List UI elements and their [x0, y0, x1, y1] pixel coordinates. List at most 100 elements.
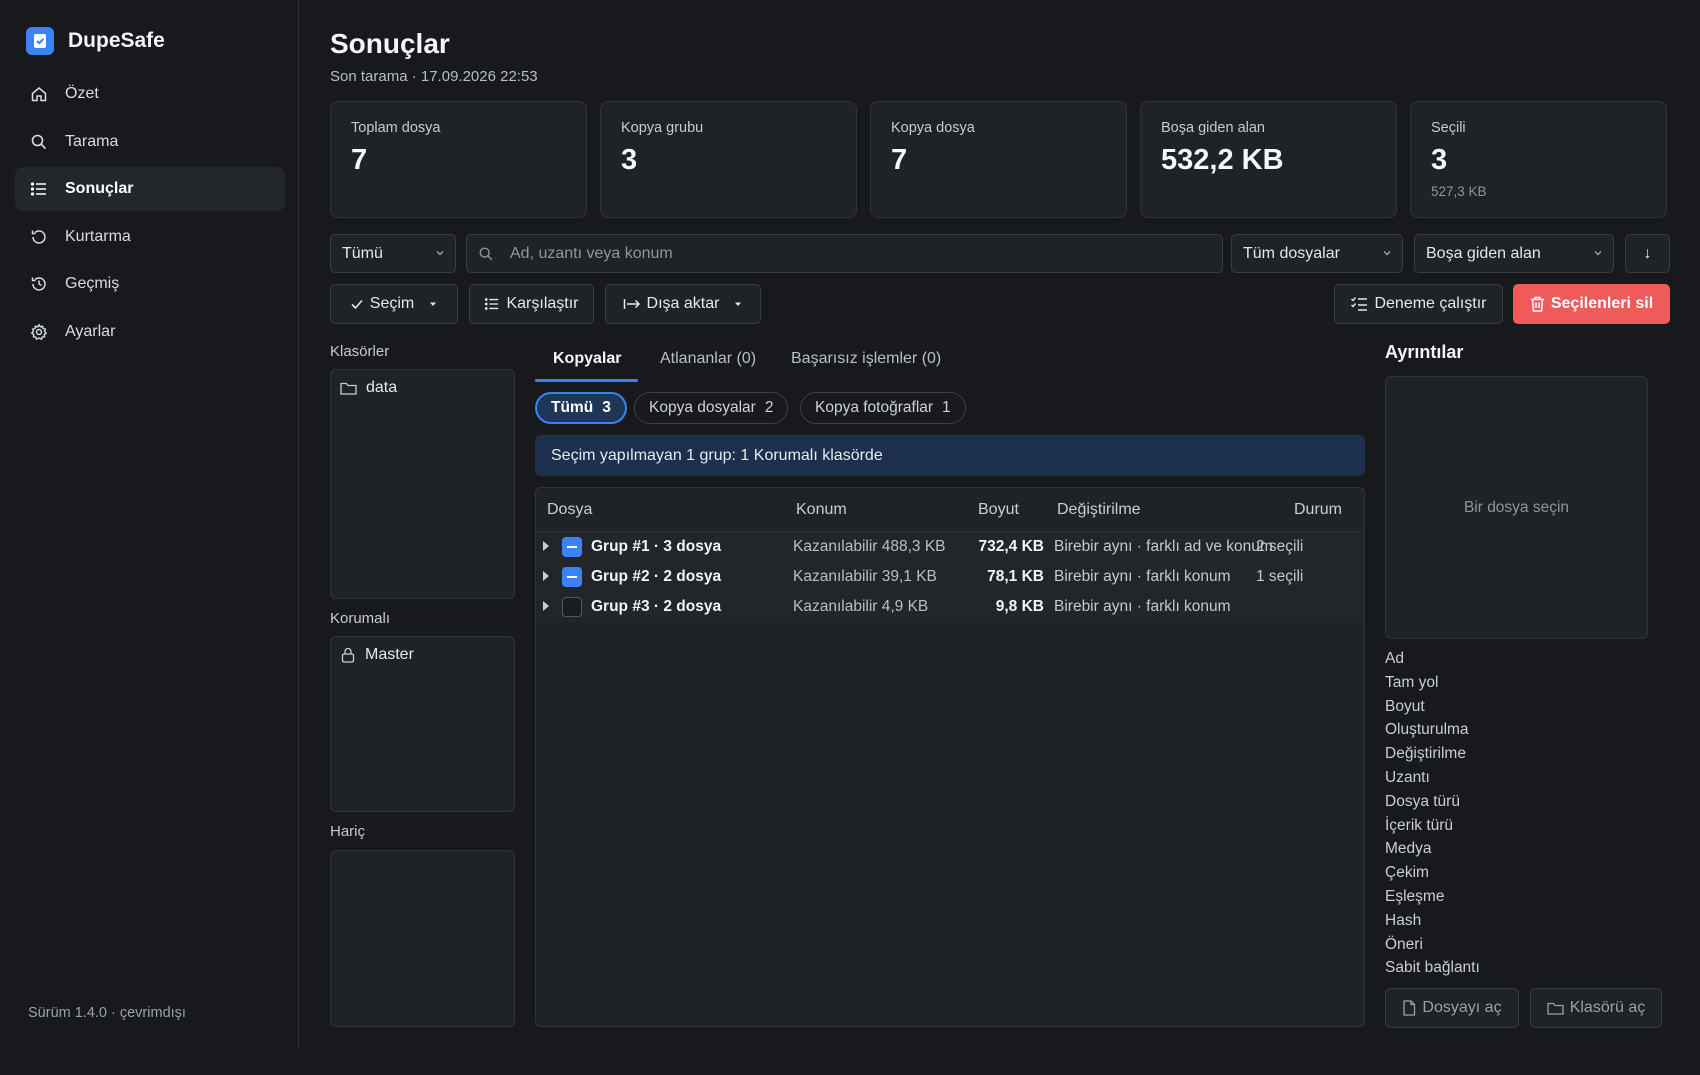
sidebar-item-tarama[interactable]: Tarama: [15, 120, 285, 164]
open-folder-label: Klasörü aç: [1569, 999, 1646, 1016]
detail-field-content-type: İçerik türü: [1385, 816, 1454, 834]
tab-basarisiz-islemler[interactable]: Başarısız işlemler (0): [791, 350, 941, 368]
detail-field-extension: Uzantı: [1385, 768, 1430, 786]
group-name: Grup #1 · 3 dosya: [591, 538, 722, 555]
table-row[interactable]: Grup #2 · 2 dosya Kazanılabilir 39,1 KB …: [536, 562, 1364, 592]
sort-select[interactable]: Boşa giden alan: [1414, 234, 1614, 273]
detail-field-media: Medya: [1385, 840, 1432, 858]
sidebar-item-label: Özet: [65, 85, 99, 102]
file-icon: [1403, 1000, 1416, 1016]
app-logo-icon: [26, 27, 54, 55]
group-checkbox[interactable]: [562, 597, 582, 617]
sidebar-item-gecmis[interactable]: Geçmiş: [15, 262, 285, 306]
export-button[interactable]: Dışa aktar: [605, 284, 761, 324]
excluded-panel: [330, 850, 515, 1027]
group-reclaimable: Kazanılabilir 39,1 KB: [793, 568, 937, 585]
open-file-button[interactable]: Dosyayı aç: [1385, 988, 1519, 1028]
expand-caret-icon[interactable]: [543, 541, 549, 551]
caret-down-icon: [735, 302, 742, 306]
detail-field-name: Ad: [1385, 650, 1404, 667]
column-header-location[interactable]: Konum: [796, 501, 847, 519]
sidebar-item-kurtarma[interactable]: Kurtarma: [15, 215, 285, 259]
checklist-icon: [1351, 297, 1368, 311]
stat-value: 7: [891, 144, 908, 176]
open-file-label: Dosyayı aç: [1422, 999, 1502, 1016]
expand-caret-icon[interactable]: [543, 601, 549, 611]
group-checkbox[interactable]: [562, 567, 582, 587]
dry-run-button[interactable]: Deneme çalıştır: [1334, 284, 1503, 324]
sidebar-item-ayarlar[interactable]: Ayarlar: [15, 310, 285, 354]
brand: DupeSafe: [26, 27, 165, 55]
stat-value: 7: [351, 144, 368, 176]
open-folder-button[interactable]: Klasörü aç: [1530, 988, 1662, 1028]
group-size: 9,8 KB: [995, 598, 1044, 615]
stat-sub: 527,3 KB: [1431, 184, 1487, 199]
protected-item[interactable]: Master: [331, 637, 514, 673]
tab-kopyalar[interactable]: Kopyalar: [553, 350, 621, 368]
group-match-type: Birebir aynı · farklı konum: [1054, 598, 1231, 615]
column-header-status[interactable]: Durum: [1294, 501, 1342, 519]
version-status: Sürüm 1.4.0 · çevrimdışı: [28, 1005, 186, 1021]
search-input[interactable]: Ad, uzantı veya konum: [466, 234, 1223, 273]
gear-icon: [30, 323, 48, 340]
detail-field-hardlink: Sabit bağlantı: [1385, 959, 1480, 977]
stat-value: 532,2 KB: [1161, 144, 1284, 176]
group-reclaimable: Kazanılabilir 488,3 KB: [793, 538, 946, 555]
group-size: 78,1 KB: [987, 568, 1044, 585]
chip-duplicate-photos[interactable]: Kopya fotoğraflar 1: [800, 392, 966, 424]
sidebar-item-label: Ayarlar: [65, 322, 116, 340]
expand-caret-icon[interactable]: [543, 571, 549, 581]
detail-field-modified: Değiştirilme: [1385, 745, 1466, 763]
column-header-file[interactable]: Dosya: [547, 501, 592, 519]
sort-arrow-icon: ↓: [1643, 244, 1652, 262]
detail-field-hash: Hash: [1385, 911, 1422, 929]
column-header-size[interactable]: Boyut: [978, 501, 1019, 519]
group-status: 1 seçili: [1256, 568, 1304, 585]
chip-all[interactable]: Tümü 3: [535, 392, 627, 424]
compare-label: Karşılaştır: [506, 295, 579, 312]
trash-icon: [1530, 296, 1544, 312]
sidebar-item-ozet[interactable]: Özet: [15, 72, 285, 116]
chip-duplicate-files[interactable]: Kopya dosyalar 2: [634, 392, 789, 424]
detail-field-capture: Çekim: [1385, 864, 1429, 882]
search-icon: [479, 247, 493, 260]
search-placeholder: Ad, uzantı veya konum: [510, 244, 673, 262]
sidebar-item-label: Sonuçlar: [65, 180, 134, 197]
caret-down-icon: [430, 302, 437, 306]
list-icon: [485, 298, 499, 310]
delete-selected-button[interactable]: Seçilenleri sil: [1513, 284, 1670, 324]
table-row[interactable]: Grup #1 · 3 dosya Kazanılabilir 488,3 KB…: [536, 532, 1364, 562]
chip-count: 1: [942, 399, 951, 416]
compare-button[interactable]: Karşılaştır: [469, 284, 594, 324]
lock-icon: [341, 647, 355, 663]
sort-direction-button[interactable]: ↓: [1625, 234, 1670, 273]
stat-label: Kopya dosya: [891, 120, 975, 136]
detail-field-suggestion: Öneri: [1385, 935, 1423, 953]
column-header-modified[interactable]: Değiştirilme: [1057, 501, 1141, 519]
protected-label: Korumalı: [330, 610, 391, 627]
dry-run-label: Deneme çalıştır: [1374, 295, 1487, 312]
home-icon: [31, 87, 47, 102]
sidebar-nav: Özet Tarama Sonuçlar Kurtarma Geçmiş Aya…: [15, 72, 285, 357]
group-status: 2 seçili: [1256, 538, 1304, 555]
stat-card-duplicate-files: Kopya dosya 7: [870, 101, 1127, 218]
group-checkbox[interactable]: [562, 537, 582, 557]
sidebar-item-sonuclar[interactable]: Sonuçlar: [15, 167, 285, 211]
group-match-type: Birebir aynı · farklı konum: [1054, 568, 1231, 585]
selection-label: Seçim: [369, 295, 415, 312]
folder-item[interactable]: data: [331, 370, 514, 406]
folder-icon: [340, 382, 357, 395]
chip-label: Kopya fotoğraflar: [815, 399, 934, 416]
sort-value: Boşa giden alan: [1426, 244, 1541, 262]
tab-atlananlar[interactable]: Atlananlar (0): [660, 350, 756, 368]
sidebar-item-label: Tarama: [65, 132, 119, 150]
table-row[interactable]: Grup #3 · 2 dosya Kazanılabilir 4,9 KB 9…: [536, 592, 1364, 622]
selection-button[interactable]: Seçim: [330, 284, 458, 324]
group-size: 732,4 KB: [978, 538, 1044, 555]
sidebar-item-label: Geçmiş: [65, 275, 120, 292]
stat-label: Seçili: [1431, 120, 1466, 136]
details-fields: Ad Tam yol Boyut Oluşturulma Değiştirilm…: [1385, 650, 1480, 983]
scope-select[interactable]: Tümü: [330, 234, 456, 273]
file-type-select[interactable]: Tüm dosyalar: [1231, 234, 1403, 273]
restore-icon: [31, 229, 46, 244]
